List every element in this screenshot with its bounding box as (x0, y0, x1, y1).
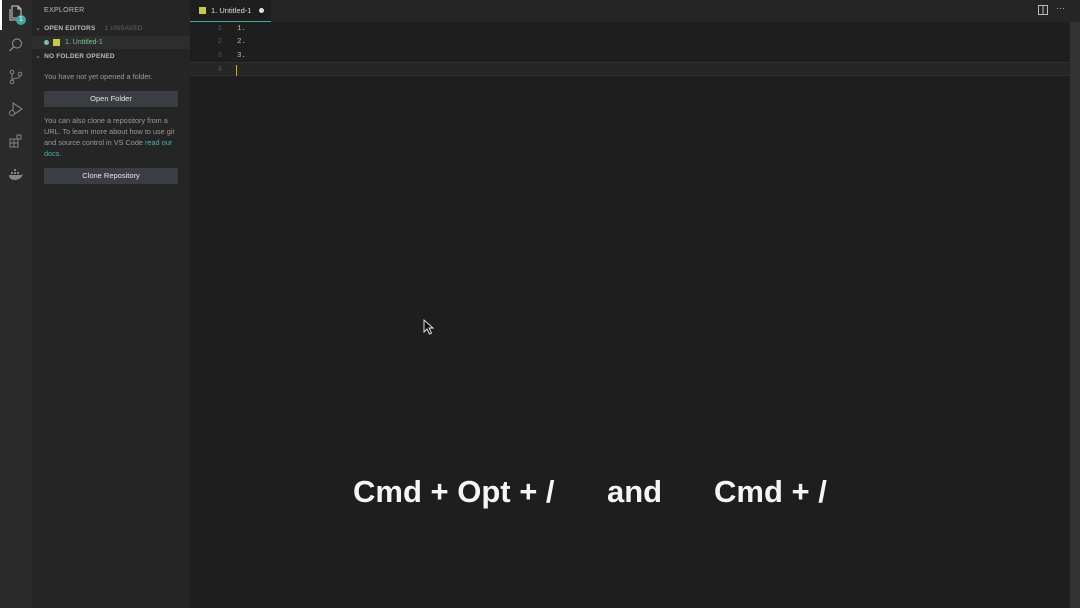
source-control-button[interactable] (0, 64, 32, 94)
text-caret (236, 65, 237, 76)
line-number: 3 (217, 52, 222, 60)
source-control-icon (8, 69, 24, 90)
editor-scrollbar[interactable] (1070, 22, 1080, 608)
split-editor-icon[interactable] (1038, 5, 1048, 17)
code-editor[interactable]: 1 1. 2 2. 3 3. 4 (190, 22, 1070, 608)
docker-icon (8, 167, 24, 188)
search-icon (8, 37, 24, 58)
javascript-file-icon (199, 7, 206, 14)
explorer-sidebar: EXPLORER ⌄ OPEN EDITORS 1 UNSAVED 1. Unt… (32, 0, 190, 608)
no-folder-label: NO FOLDER OPENED (44, 52, 115, 60)
more-actions-icon[interactable]: ··· (1056, 3, 1065, 13)
shortcut-caption-2: Cmd + / (714, 474, 827, 509)
chevron-down-icon: ⌄ (35, 53, 42, 60)
javascript-file-icon (53, 39, 60, 46)
extensions-button[interactable] (0, 128, 32, 158)
line-text: 1. (237, 25, 247, 33)
run-debug-button[interactable] (0, 96, 32, 126)
unsaved-count: 1 UNSAVED (104, 24, 143, 32)
explorer-badge: 1 (16, 15, 26, 25)
current-line: 4 (190, 62, 1070, 76)
activity-bar: 1 (0, 0, 32, 608)
run-debug-icon (8, 101, 24, 122)
docker-button[interactable] (0, 162, 32, 192)
chevron-down-icon: ⌄ (35, 25, 42, 32)
code-line: 3 3. (190, 49, 1070, 63)
scrollbar-thumb[interactable] (1070, 22, 1080, 608)
active-indicator (0, 0, 2, 30)
modified-dot-icon (44, 40, 49, 45)
no-folder-message: You have not yet opened a folder. (44, 72, 153, 81)
extensions-icon (8, 133, 24, 154)
tab-bar: 1. Untitled-1 ··· (190, 0, 1080, 22)
shortcut-caption-1: Cmd + Opt + / (353, 474, 555, 509)
unsaved-dot-icon[interactable] (259, 8, 265, 13)
shortcut-caption-connector: and (607, 474, 663, 509)
line-number: 2 (217, 38, 222, 46)
mouse-pointer-icon (423, 319, 435, 335)
open-editors-header[interactable]: ⌄ OPEN EDITORS 1 UNSAVED (35, 24, 143, 33)
open-editor-filename: 1. Untitled-1 (65, 39, 103, 46)
line-number: 4 (217, 66, 222, 74)
line-text: 3. (237, 52, 247, 60)
open-folder-button[interactable]: Open Folder (44, 91, 178, 107)
open-editors-label: OPEN EDITORS (44, 24, 96, 32)
sidebar-title: EXPLORER (44, 7, 85, 14)
line-text: 2. (237, 38, 247, 46)
search-button[interactable] (0, 32, 32, 62)
tab-untitled-1[interactable]: 1. Untitled-1 (190, 0, 271, 22)
tab-label: 1. Untitled-1 (211, 6, 252, 15)
code-line: 2 2. (190, 35, 1070, 49)
open-editor-item[interactable]: 1. Untitled-1 (32, 36, 190, 49)
no-folder-header[interactable]: ⌄ NO FOLDER OPENED (35, 52, 115, 61)
code-line: 1 1. (190, 22, 1070, 36)
clone-message: You can also clone a repository from a U… (44, 115, 180, 159)
clone-repository-button[interactable]: Clone Repository (44, 168, 178, 184)
explorer-button[interactable]: 1 (0, 0, 32, 30)
line-number: 1 (217, 25, 222, 33)
